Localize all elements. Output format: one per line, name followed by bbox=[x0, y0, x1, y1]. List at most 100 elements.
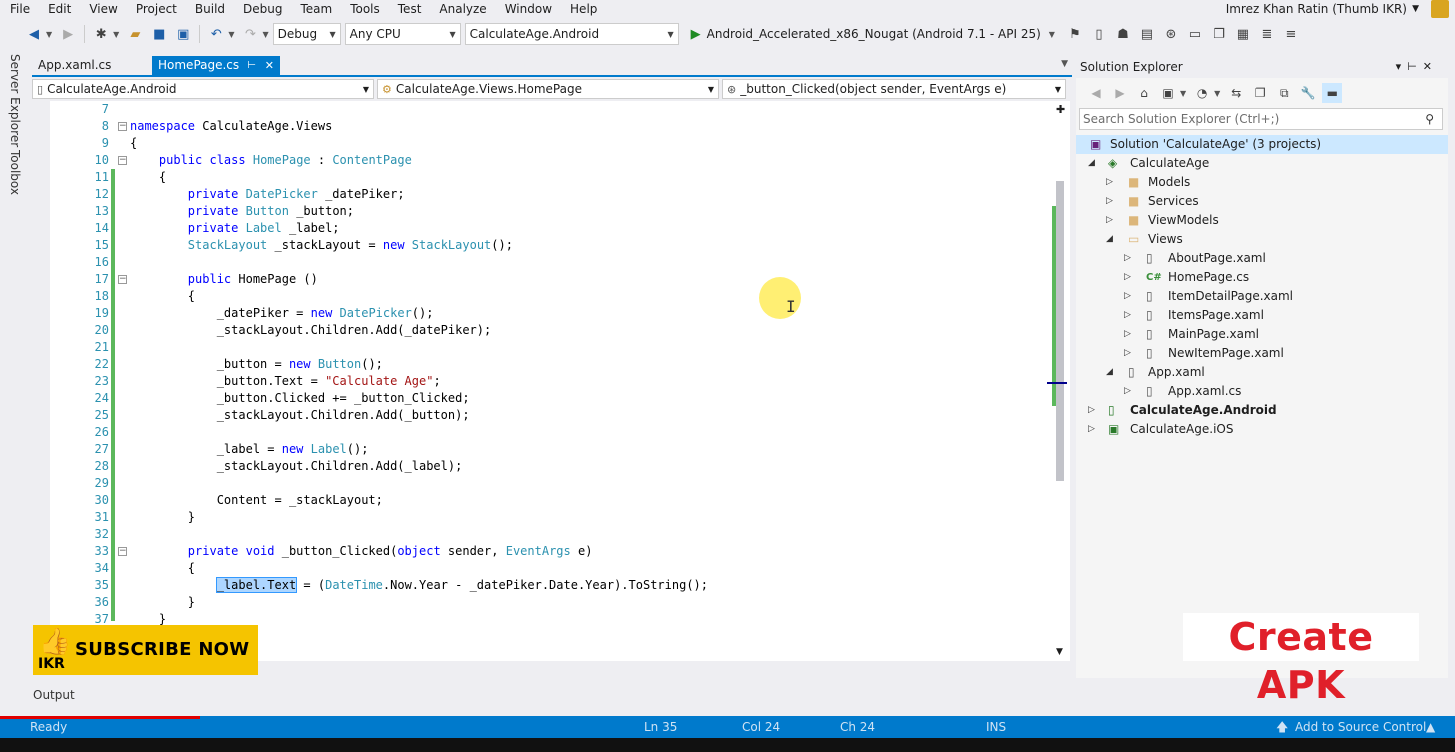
expanded-arrow-icon[interactable]: ◢ bbox=[1106, 230, 1113, 249]
collapsed-arrow-icon[interactable]: ▷ bbox=[1088, 420, 1095, 439]
chevron-down-icon[interactable]: ▼ bbox=[1049, 30, 1055, 39]
undo-icon[interactable]: ↶ bbox=[206, 24, 226, 44]
tree-item-folder[interactable]: ▷ ■ ViewModels bbox=[1076, 211, 1448, 230]
show-all-files-icon[interactable]: ⧉ bbox=[1274, 83, 1294, 103]
menu-window[interactable]: Window bbox=[496, 0, 561, 18]
device-log-icon[interactable]: ▯ bbox=[1089, 24, 1109, 44]
startup-project-select[interactable]: CalculateAge.Android ▼ bbox=[464, 23, 679, 45]
tab-overflow-chevron-icon[interactable]: ▼ bbox=[1061, 59, 1068, 69]
tree-item-project[interactable]: ▷ ▣ CalculateAge.iOS bbox=[1076, 420, 1448, 439]
copy-icon[interactable]: ❐ bbox=[1209, 24, 1229, 44]
menu-debug[interactable]: Debug bbox=[234, 0, 291, 18]
collapsed-arrow-icon[interactable]: ▷ bbox=[1124, 268, 1131, 287]
collapsed-arrow-icon[interactable]: ▷ bbox=[1124, 249, 1131, 268]
solution-platform-select[interactable]: Any CPU ▼ bbox=[344, 23, 461, 45]
feedback-icon[interactable] bbox=[1431, 0, 1449, 18]
settings-icon[interactable]: ⊛ bbox=[1161, 24, 1181, 44]
chevron-down-icon[interactable]: ▼ bbox=[1412, 0, 1419, 18]
android-sdk-icon[interactable]: ⚑ bbox=[1065, 24, 1085, 44]
menu-file[interactable]: File bbox=[0, 0, 39, 18]
menu-tools[interactable]: Tools bbox=[341, 0, 389, 18]
collapse-icon[interactable]: − bbox=[118, 547, 127, 556]
collapsed-arrow-icon[interactable]: ▷ bbox=[1088, 401, 1095, 420]
home-icon[interactable]: ⌂ bbox=[1134, 83, 1154, 103]
sync-icon[interactable]: ⇆ bbox=[1226, 83, 1246, 103]
collapse-icon[interactable]: − bbox=[118, 156, 127, 165]
tree-item-folder[interactable]: ▷ ■ Models bbox=[1076, 173, 1448, 192]
subscribe-banner[interactable]: 👍 IKR SUBSCRIBE NOW bbox=[33, 625, 258, 675]
collapsed-arrow-icon[interactable]: ▷ bbox=[1124, 344, 1131, 363]
panel-controls[interactable]: ▾⊢✕ bbox=[1396, 56, 1438, 78]
split-icon[interactable]: ✚ bbox=[1056, 103, 1065, 116]
menu-analyze[interactable]: Analyze bbox=[430, 0, 495, 18]
tree-item-file[interactable]: ▷ C# HomePage.cs bbox=[1076, 268, 1448, 287]
tree-item-file[interactable]: ▷ ▯ AboutPage.xaml bbox=[1076, 249, 1448, 268]
pending-changes-icon[interactable]: ◔ bbox=[1192, 83, 1212, 103]
tab-homepage-cs[interactable]: HomePage.cs ⊢ ✕ bbox=[152, 56, 280, 75]
add-to-source-control[interactable]: Add to Source Control bbox=[1295, 716, 1426, 738]
back-icon[interactable]: ◀ bbox=[24, 24, 44, 44]
chevron-down-icon[interactable]: ▼ bbox=[1180, 89, 1186, 98]
menu-help[interactable]: Help bbox=[561, 0, 606, 18]
uncomment-icon[interactable]: ≡ bbox=[1281, 24, 1301, 44]
open-file-icon[interactable]: ▰ bbox=[125, 24, 145, 44]
solution-explorer-search[interactable]: Search Solution Explorer (Ctrl+;) ⚲ bbox=[1079, 108, 1443, 130]
tree-item-project[interactable]: ▷ ▯ CalculateAge.Android bbox=[1076, 401, 1448, 420]
chevron-down-icon[interactable]: ▼ bbox=[228, 30, 234, 39]
new-project-icon[interactable]: ✱ bbox=[91, 24, 111, 44]
menu-build[interactable]: Build bbox=[186, 0, 234, 18]
collapse-icon[interactable]: − bbox=[118, 122, 127, 131]
output-tab[interactable]: Output bbox=[33, 688, 75, 702]
save-all-icon[interactable]: ▣ bbox=[173, 24, 193, 44]
scrollbar-thumb[interactable] bbox=[1056, 181, 1064, 481]
type-dropdown[interactable]: ⚙ CalculateAge.Views.HomePage ▼ bbox=[377, 79, 719, 99]
collapse-all-icon[interactable]: ❐ bbox=[1250, 83, 1270, 103]
forward-icon[interactable]: ▶ bbox=[58, 24, 78, 44]
tree-item-file[interactable]: ▷ ▯ App.xaml.cs bbox=[1076, 382, 1448, 401]
collapsed-arrow-icon[interactable]: ▷ bbox=[1124, 382, 1131, 401]
menu-view[interactable]: View bbox=[80, 0, 126, 18]
tree-item-solution[interactable]: ▣ Solution 'CalculateAge' (3 projects) bbox=[1076, 135, 1448, 154]
editor-vertical-scrollbar[interactable]: ✚ ▼ bbox=[1047, 101, 1070, 661]
chevron-down-icon[interactable]: ▼ bbox=[262, 30, 268, 39]
tree-item-file[interactable]: ▷ ▯ MainPage.xaml bbox=[1076, 325, 1448, 344]
layout-icon[interactable]: ▦ bbox=[1233, 24, 1253, 44]
tree-item-folder[interactable]: ▷ ■ Services bbox=[1076, 192, 1448, 211]
collapsed-arrow-icon[interactable]: ▷ bbox=[1106, 192, 1113, 211]
start-debugging-button[interactable]: ▶ Android_Accelerated_x86_Nougat (Androi… bbox=[691, 27, 1059, 42]
chevron-down-icon[interactable]: ▼ bbox=[113, 30, 119, 39]
screen-icon[interactable]: ▭ bbox=[1185, 24, 1205, 44]
collapse-icon[interactable]: − bbox=[118, 275, 127, 284]
tree-item-file[interactable]: ◢ ▯ App.xaml bbox=[1076, 363, 1448, 382]
menu-team[interactable]: Team bbox=[291, 0, 341, 18]
tab-app-xaml-cs[interactable]: App.xaml.cs bbox=[32, 56, 150, 75]
comment-icon[interactable]: ≣ bbox=[1257, 24, 1277, 44]
menu-edit[interactable]: Edit bbox=[39, 0, 80, 18]
redo-icon[interactable]: ↷ bbox=[240, 24, 260, 44]
collapsed-arrow-icon[interactable]: ▷ bbox=[1124, 287, 1131, 306]
android-icon[interactable]: ☗ bbox=[1113, 24, 1133, 44]
toolbox-tab[interactable]: Toolbox bbox=[8, 150, 22, 195]
expanded-arrow-icon[interactable]: ◢ bbox=[1088, 154, 1095, 173]
collapsed-arrow-icon[interactable]: ▷ bbox=[1106, 211, 1113, 230]
save-icon[interactable]: ■ bbox=[149, 24, 169, 44]
tree-item-file[interactable]: ▷ ▯ ItemDetailPage.xaml bbox=[1076, 287, 1448, 306]
tree-item-file[interactable]: ▷ ▯ NewItemPage.xaml bbox=[1076, 344, 1448, 363]
account-name[interactable]: Imrez Khan Ratin (Thumb IKR) bbox=[1226, 0, 1407, 18]
collapsed-arrow-icon[interactable]: ▷ bbox=[1124, 325, 1131, 344]
code-editor[interactable]: 7 8 9 10 11 12 13 14 15 16 17 18 19 20 21 22 23 24 25 26 27 2… bbox=[50, 101, 1070, 661]
tree-item-folder[interactable]: ◢ ▭ Views bbox=[1076, 230, 1448, 249]
code-text-area[interactable]: namespace CalculateAge.Views { public cl… bbox=[130, 101, 1050, 661]
back-icon[interactable]: ◀ bbox=[1086, 83, 1106, 103]
chevron-down-icon[interactable]: ▼ bbox=[46, 30, 52, 39]
properties-icon[interactable]: 🔧 bbox=[1298, 83, 1318, 103]
server-explorer-tab[interactable]: Server Explorer bbox=[8, 54, 22, 147]
tree-item-project[interactable]: ◢ ◈ CalculateAge bbox=[1076, 154, 1448, 173]
preview-icon[interactable]: ▬ bbox=[1322, 83, 1343, 103]
emulator-icon[interactable]: ▤ bbox=[1137, 24, 1157, 44]
chevron-up-icon[interactable]: ▲ bbox=[1426, 716, 1435, 738]
expanded-arrow-icon[interactable]: ◢ bbox=[1106, 363, 1113, 382]
collapsed-arrow-icon[interactable]: ▷ bbox=[1124, 306, 1131, 325]
menu-test[interactable]: Test bbox=[389, 0, 431, 18]
solution-configuration-select[interactable]: Debug ▼ bbox=[272, 23, 341, 45]
